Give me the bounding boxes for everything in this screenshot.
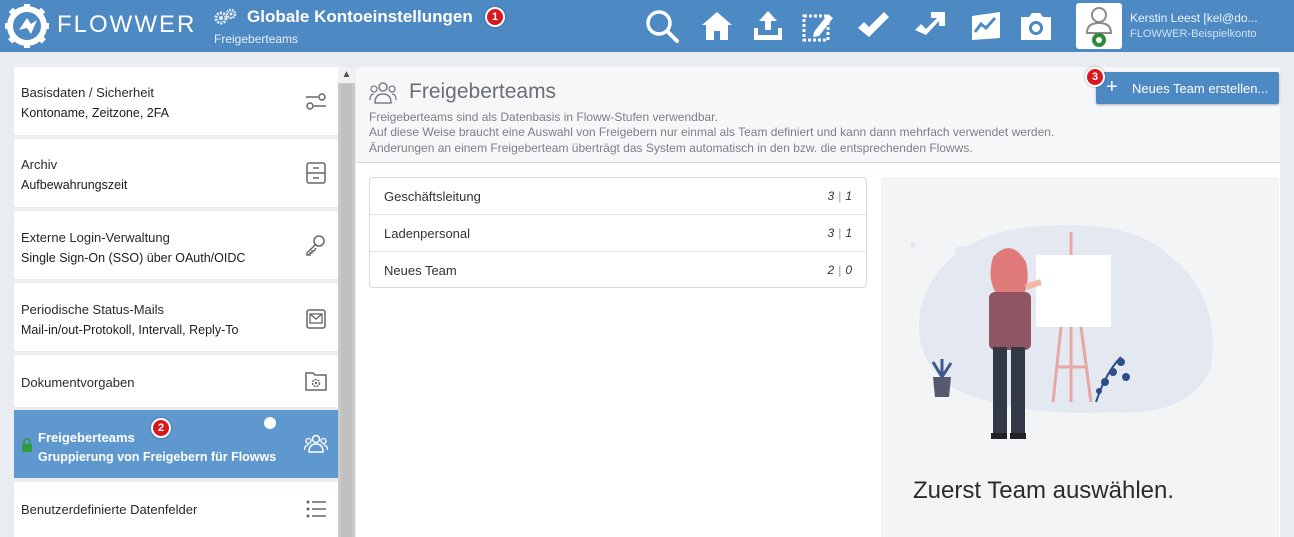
team-count: 2 | 0 <box>827 263 853 277</box>
new-team-button-label: Neues Team erstellen... <box>1132 81 1269 96</box>
panel-title: Freigeberteams <box>409 80 557 103</box>
page-title: Globale Kontoeinstellungen <box>247 7 473 26</box>
scroll-up-arrow[interactable]: ▲ <box>338 67 355 83</box>
description-line: Freigeberteams sind als Datenbasis in Fl… <box>369 110 718 124</box>
sidebar-item-basisdaten[interactable]: Basisdaten / Sicherheit Kontoname, Zeitz… <box>14 67 338 135</box>
user-account[interactable]: FLOWWER-Beispielkonto <box>1130 28 1257 40</box>
breadcrumb: Freigeberteams <box>214 32 299 46</box>
scroll-thumb[interactable] <box>341 84 352 537</box>
chart-icon[interactable] <box>968 8 1004 44</box>
sidebar-item-title: Dokumentvorgaben <box>21 375 135 390</box>
user-icon <box>1085 7 1113 47</box>
mail-icon <box>306 309 326 329</box>
home-icon[interactable] <box>699 8 735 44</box>
sidebar-item-externe-login[interactable]: Externe Login-Verwaltung Single Sign-On … <box>14 211 338 279</box>
panel-header: Freigeberteams Freigeberteams sind als D… <box>356 67 1280 163</box>
sliders-icon <box>306 93 326 110</box>
list-item[interactable]: Geschäftsleitung 3 | 1 <box>370 178 866 215</box>
sidebar-item-status-mails[interactable]: Periodische Status-Mails Mail-in/out-Pro… <box>14 283 338 351</box>
sidebar-item-subtitle: Single Sign-On (SSO) über OAuth/OIDC <box>21 251 246 265</box>
description-line: Auf diese Weise braucht eine Auswahl von… <box>369 125 1055 139</box>
sidebar-item-subtitle: Kontoname, Zeitzone, 2FA <box>21 106 170 120</box>
photo-icon[interactable] <box>1018 8 1054 44</box>
list-item[interactable]: Neues Team 2 | 0 <box>370 252 866 289</box>
team-count: 3 | 1 <box>827 226 853 240</box>
sidebar-item-datenfelder[interactable]: Benutzerdefinierte Datenfelder <box>14 482 338 537</box>
sidebar-item-archiv[interactable]: Archiv Aufbewahrungszeit <box>14 139 338 207</box>
sidebar-item-subtitle: Gruppierung von Freigebern für Flowws <box>38 450 277 464</box>
flowwer-logo-icon[interactable] <box>5 4 49 48</box>
empty-state-text: Zuerst Team auswählen. <box>913 477 1175 504</box>
team-name: Neues Team <box>384 263 457 278</box>
callout-badge-2: 2 <box>151 418 171 438</box>
team-name: Ladenpersonal <box>384 226 471 241</box>
team-icon <box>304 434 328 453</box>
sidebar-item-title: Basisdaten / Sicherheit <box>21 85 154 100</box>
plus-icon: + <box>1106 76 1118 98</box>
folder-gear-icon <box>305 372 327 391</box>
new-team-button[interactable]: + Neues Team erstellen... <box>1096 72 1279 104</box>
logo-text: FLOWWER <box>57 11 197 38</box>
main-panel: Freigeberteams Freigeberteams sind als D… <box>356 67 1280 537</box>
user-name[interactable]: Kerstin Leest [kel@do... <box>1130 11 1258 25</box>
select-edit-icon[interactable] <box>800 8 836 44</box>
avatar[interactable] <box>1076 3 1122 49</box>
team-name: Geschäftsleitung <box>384 189 481 204</box>
sidebar-item-title: Benutzerdefinierte Datenfelder <box>21 502 198 517</box>
search-icon[interactable] <box>644 8 680 44</box>
forward-icon[interactable] <box>912 8 948 44</box>
sidebar-item-freigeberteams[interactable]: Freigeberteams Gruppierung von Freigeber… <box>14 410 338 478</box>
top-bar: FLOWWER Globale Kontoeinstellungen Freig… <box>0 0 1294 52</box>
archive-icon <box>306 162 326 184</box>
lock-icon <box>22 438 32 452</box>
list-icon <box>306 500 326 518</box>
sidebar-item-title: Freigeberteams <box>38 430 135 445</box>
team-count: 3 | 1 <box>827 189 853 203</box>
painter-illustration <box>910 225 1213 439</box>
sidebar-item-title: Periodische Status-Mails <box>21 302 165 317</box>
edit-pencil-icon[interactable] <box>855 8 891 44</box>
list-item[interactable]: Ladenpersonal 3 | 1 <box>370 215 866 252</box>
callout-badge-1: 1 <box>485 7 505 27</box>
empty-state-panel: Zuerst Team auswählen. <box>881 177 1279 537</box>
team-icon <box>369 82 397 104</box>
sidebar-item-subtitle: Mail-in/out-Protokoll, Intervall, Reply-… <box>21 323 239 337</box>
team-list: Geschäftsleitung 3 | 1 Ladenpersonal 3 | 1 N… <box>369 177 867 288</box>
key-icon <box>306 235 325 256</box>
sidebar-item-dokumentvorgaben[interactable]: Dokumentvorgaben <box>14 355 338 407</box>
status-dot <box>264 417 276 429</box>
sidebar-item-subtitle: Aufbewahrungszeit <box>21 178 128 192</box>
callout-badge-3: 3 <box>1085 67 1105 87</box>
gears-icon <box>214 8 237 25</box>
sidebar-item-title: Externe Login-Verwaltung <box>21 230 170 245</box>
description-line: Änderungen an einem Freigeberteam übertr… <box>369 141 973 155</box>
sidebar-item-title: Archiv <box>21 157 58 172</box>
upload-icon[interactable] <box>750 8 786 44</box>
